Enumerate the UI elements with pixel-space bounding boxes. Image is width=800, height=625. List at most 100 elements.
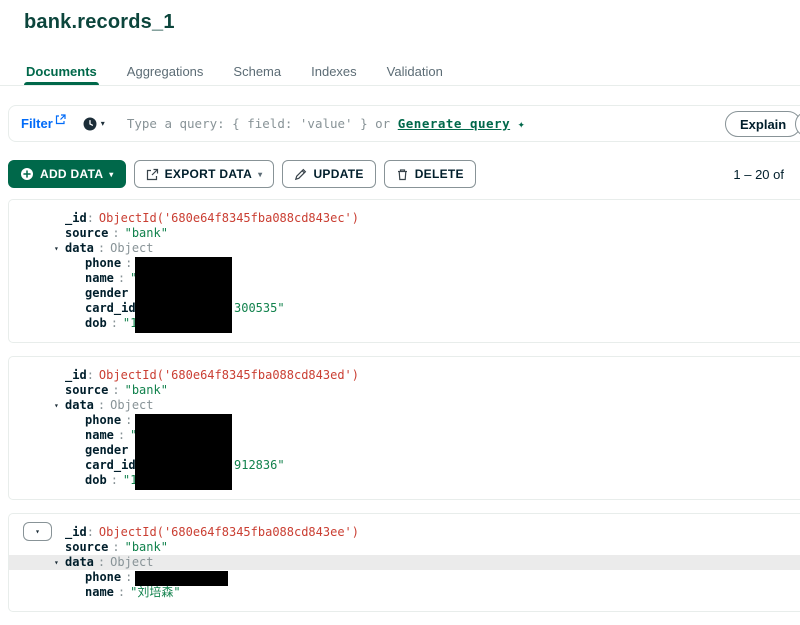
field-id: _id: ObjectId('680e64f8345fba088cd843ed') <box>9 368 800 383</box>
tab-indexes[interactable]: Indexes <box>309 55 359 85</box>
field-key: dob <box>85 473 107 487</box>
field-data: ▾ data: Object <box>9 555 800 570</box>
field-phone: phone:" <box>9 413 800 428</box>
field-value-string: 刘培森" <box>137 585 181 599</box>
tab-schema[interactable]: Schema <box>231 55 283 85</box>
field-name: name:"闫 <box>9 271 800 286</box>
separator: : <box>125 570 133 584</box>
separator: : <box>117 271 126 285</box>
collapse-caret-icon[interactable]: ▾ <box>54 241 59 256</box>
separator: : <box>117 585 126 599</box>
query-placeholder: Type a query: { field: 'value' } or <box>126 116 391 131</box>
field-key: name <box>85 428 114 442</box>
tab-documents[interactable]: Documents <box>24 55 99 85</box>
chevron-down-icon: ▾ <box>35 527 40 536</box>
field-key: card_id <box>85 301 136 315</box>
field-key: data <box>65 398 94 412</box>
document-card[interactable]: _id: ObjectId('680e64f8345fba088cd843ed')… <box>8 356 800 500</box>
chevron-down-icon: ▾ <box>100 119 105 128</box>
plus-circle-icon <box>21 168 33 180</box>
clock-icon <box>83 117 97 130</box>
delete-button[interactable]: DELETE <box>383 160 476 188</box>
field-key: source <box>65 383 109 397</box>
separator: : <box>125 256 133 270</box>
field-key: dob <box>85 316 107 330</box>
field-dob: dob: "19 <box>9 473 800 488</box>
redaction-box <box>135 414 232 490</box>
separator: : <box>112 540 120 554</box>
field-key: phone <box>85 256 122 270</box>
update-button[interactable]: UPDATE <box>282 160 376 188</box>
delete-label: DELETE <box>414 167 464 181</box>
separator: : <box>86 525 94 539</box>
collapse-caret-icon[interactable]: ▾ <box>54 555 59 570</box>
field-key: _id <box>65 211 87 225</box>
export-data-button[interactable]: EXPORT DATA ▾ <box>133 160 275 188</box>
pencil-icon <box>295 168 307 180</box>
field-value-string: 300535" <box>234 301 285 315</box>
field-data: ▾ data: Object <box>9 241 800 256</box>
field-phone: phone:" <box>9 256 800 271</box>
field-key: source <box>65 540 109 554</box>
separator: : <box>112 383 120 397</box>
export-icon <box>146 168 158 180</box>
document-card[interactable]: ▾ _id: ObjectId('680e64f8345fba088cd843ee… <box>8 513 800 612</box>
field-source: source: "bank" <box>9 383 800 398</box>
tab-aggregations[interactable]: Aggregations <box>125 55 206 85</box>
update-label: UPDATE <box>313 167 364 181</box>
external-link-icon <box>55 114 66 125</box>
separator: : <box>97 241 106 255</box>
page-title: bank.records_1 <box>24 11 175 33</box>
separator: : <box>110 316 118 330</box>
field-dob: dob: "19 <box>9 316 800 331</box>
field-key: name <box>85 271 114 285</box>
field-gender: gender: <box>9 443 800 458</box>
field-value-string: "bank" <box>124 540 168 554</box>
sparkle-icon: ✦ <box>517 117 525 131</box>
field-card-id: card_id:912836" <box>9 458 800 473</box>
filter-label: Filter <box>21 116 53 131</box>
separator: : <box>112 226 120 240</box>
chevron-down-icon: ▾ <box>258 169 263 179</box>
field-value-string: "bank" <box>124 383 168 397</box>
tab-validation[interactable]: Validation <box>385 55 445 85</box>
explain-button[interactable]: Explain <box>725 111 800 137</box>
separator: : <box>97 398 106 412</box>
separator: : <box>97 555 106 569</box>
field-key: data <box>65 241 94 255</box>
field-data: ▾ data: Object <box>9 398 800 413</box>
generate-query-link[interactable]: Generate query <box>398 116 510 131</box>
redaction-box <box>135 571 228 586</box>
document-card[interactable]: _id: ObjectId('680e64f8345fba088cd843ec')… <box>8 199 800 343</box>
collapse-document-button[interactable]: ▾ <box>23 522 52 541</box>
field-value-string: 912836" <box>234 458 285 472</box>
field-source: source: "bank" <box>9 540 800 555</box>
field-key: name <box>85 585 114 599</box>
query-bar: Filter ▾ Type a query: { field: 'value' … <box>8 105 800 142</box>
document-list: _id: ObjectId('680e64f8345fba088cd843ec')… <box>8 199 800 625</box>
field-value-object: Object <box>110 241 154 255</box>
field-value-objectid: ObjectId('680e64f8345fba088cd843ec') <box>98 211 360 225</box>
field-value-objectid: ObjectId('680e64f8345fba088cd843ed') <box>98 368 360 382</box>
filter-link[interactable]: Filter <box>21 114 66 131</box>
field-key: data <box>65 555 94 569</box>
field-key: gender <box>85 443 129 457</box>
field-name: name:"牟 <box>9 428 800 443</box>
redaction-box <box>135 257 232 333</box>
query-history-button[interactable]: ▾ <box>82 116 105 132</box>
field-id: _id: ObjectId('680e64f8345fba088cd843ec') <box>9 211 800 226</box>
field-source: source: "bank" <box>9 226 800 241</box>
trash-icon <box>397 168 407 180</box>
field-key: _id <box>65 368 87 382</box>
separator: : <box>86 211 94 225</box>
separator: : <box>86 368 94 382</box>
query-input[interactable]: Type a query: { field: 'value' } or Gene… <box>127 116 525 131</box>
field-value-object: Object <box>110 555 154 569</box>
add-data-button[interactable]: ADD DATA ▾ <box>8 160 126 188</box>
collapse-caret-icon[interactable]: ▾ <box>54 398 59 413</box>
field-gender: gender: <box>9 286 800 301</box>
field-card-id: card_id:300535" <box>9 301 800 316</box>
separator: : <box>125 413 133 427</box>
export-data-label: EXPORT DATA <box>164 167 253 181</box>
field-key: source <box>65 226 109 240</box>
